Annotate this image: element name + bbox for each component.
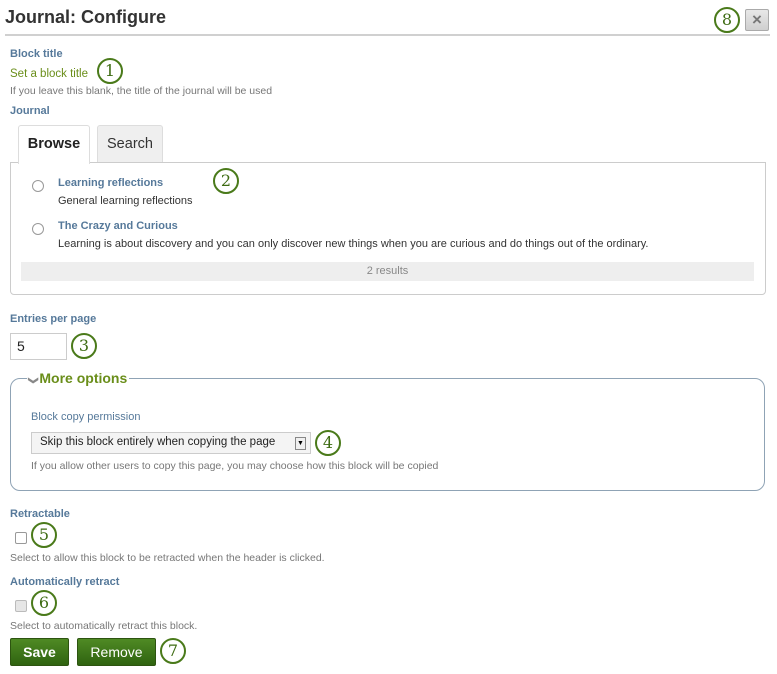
auto-retract-checkbox[interactable]	[15, 600, 27, 612]
close-button[interactable]: ×	[745, 9, 769, 31]
auto-retract-label: Automatically retract	[10, 576, 120, 588]
callout-6: 6	[31, 590, 57, 616]
callout-8: 8	[714, 7, 740, 33]
journal-radio-1[interactable]	[32, 180, 44, 192]
journal-item-title[interactable]: The Crazy and Curious	[58, 220, 178, 232]
copy-permission-label: Block copy permission	[31, 411, 141, 423]
copy-permission-description: If you allow other users to copy this pa…	[31, 460, 439, 472]
page-title: Journal: Configure	[5, 7, 166, 27]
chevron-down-icon: ❯	[27, 376, 39, 385]
callout-1: 1	[97, 58, 123, 84]
save-button[interactable]: Save	[10, 638, 69, 666]
journal-item-description: General learning reflections	[58, 195, 193, 207]
retractable-label: Retractable	[10, 508, 70, 520]
journal-item-description: Learning is about discovery and you can …	[58, 238, 649, 250]
copy-permission-select[interactable]: Skip this block entirely when copying th…	[31, 432, 311, 454]
retractable-checkbox[interactable]	[15, 532, 27, 544]
callout-2: 2	[213, 168, 239, 194]
entries-per-page-input[interactable]: 5	[10, 333, 67, 360]
callout-5: 5	[31, 522, 57, 548]
auto-retract-description: Select to automatically retract this blo…	[10, 620, 198, 632]
title-divider	[5, 34, 770, 36]
more-options-label: More options	[39, 370, 128, 386]
results-count: 2 results	[21, 262, 754, 281]
callout-3: 3	[71, 333, 97, 359]
tab-browse[interactable]: Browse	[18, 125, 90, 164]
copy-permission-value: Skip this block entirely when copying th…	[40, 436, 276, 448]
callout-4: 4	[315, 430, 341, 456]
retractable-description: Select to allow this block to be retract…	[10, 552, 325, 564]
callout-7: 7	[160, 638, 186, 664]
block-title-input[interactable]: Set a block title	[10, 68, 88, 80]
journal-label: Journal	[10, 105, 50, 117]
more-options-toggle[interactable]: ❯More options	[27, 370, 130, 386]
block-title-description: If you leave this blank, the title of th…	[10, 85, 273, 97]
dropdown-arrow-icon: ▼	[295, 437, 306, 450]
journal-item-title[interactable]: Learning reflections	[58, 177, 163, 189]
close-icon: ×	[752, 10, 762, 29]
tab-search[interactable]: Search	[97, 125, 163, 163]
entries-per-page-label: Entries per page	[10, 313, 97, 325]
journal-radio-2[interactable]	[32, 223, 44, 235]
block-title-label: Block title	[10, 48, 63, 60]
remove-button[interactable]: Remove	[77, 638, 156, 666]
